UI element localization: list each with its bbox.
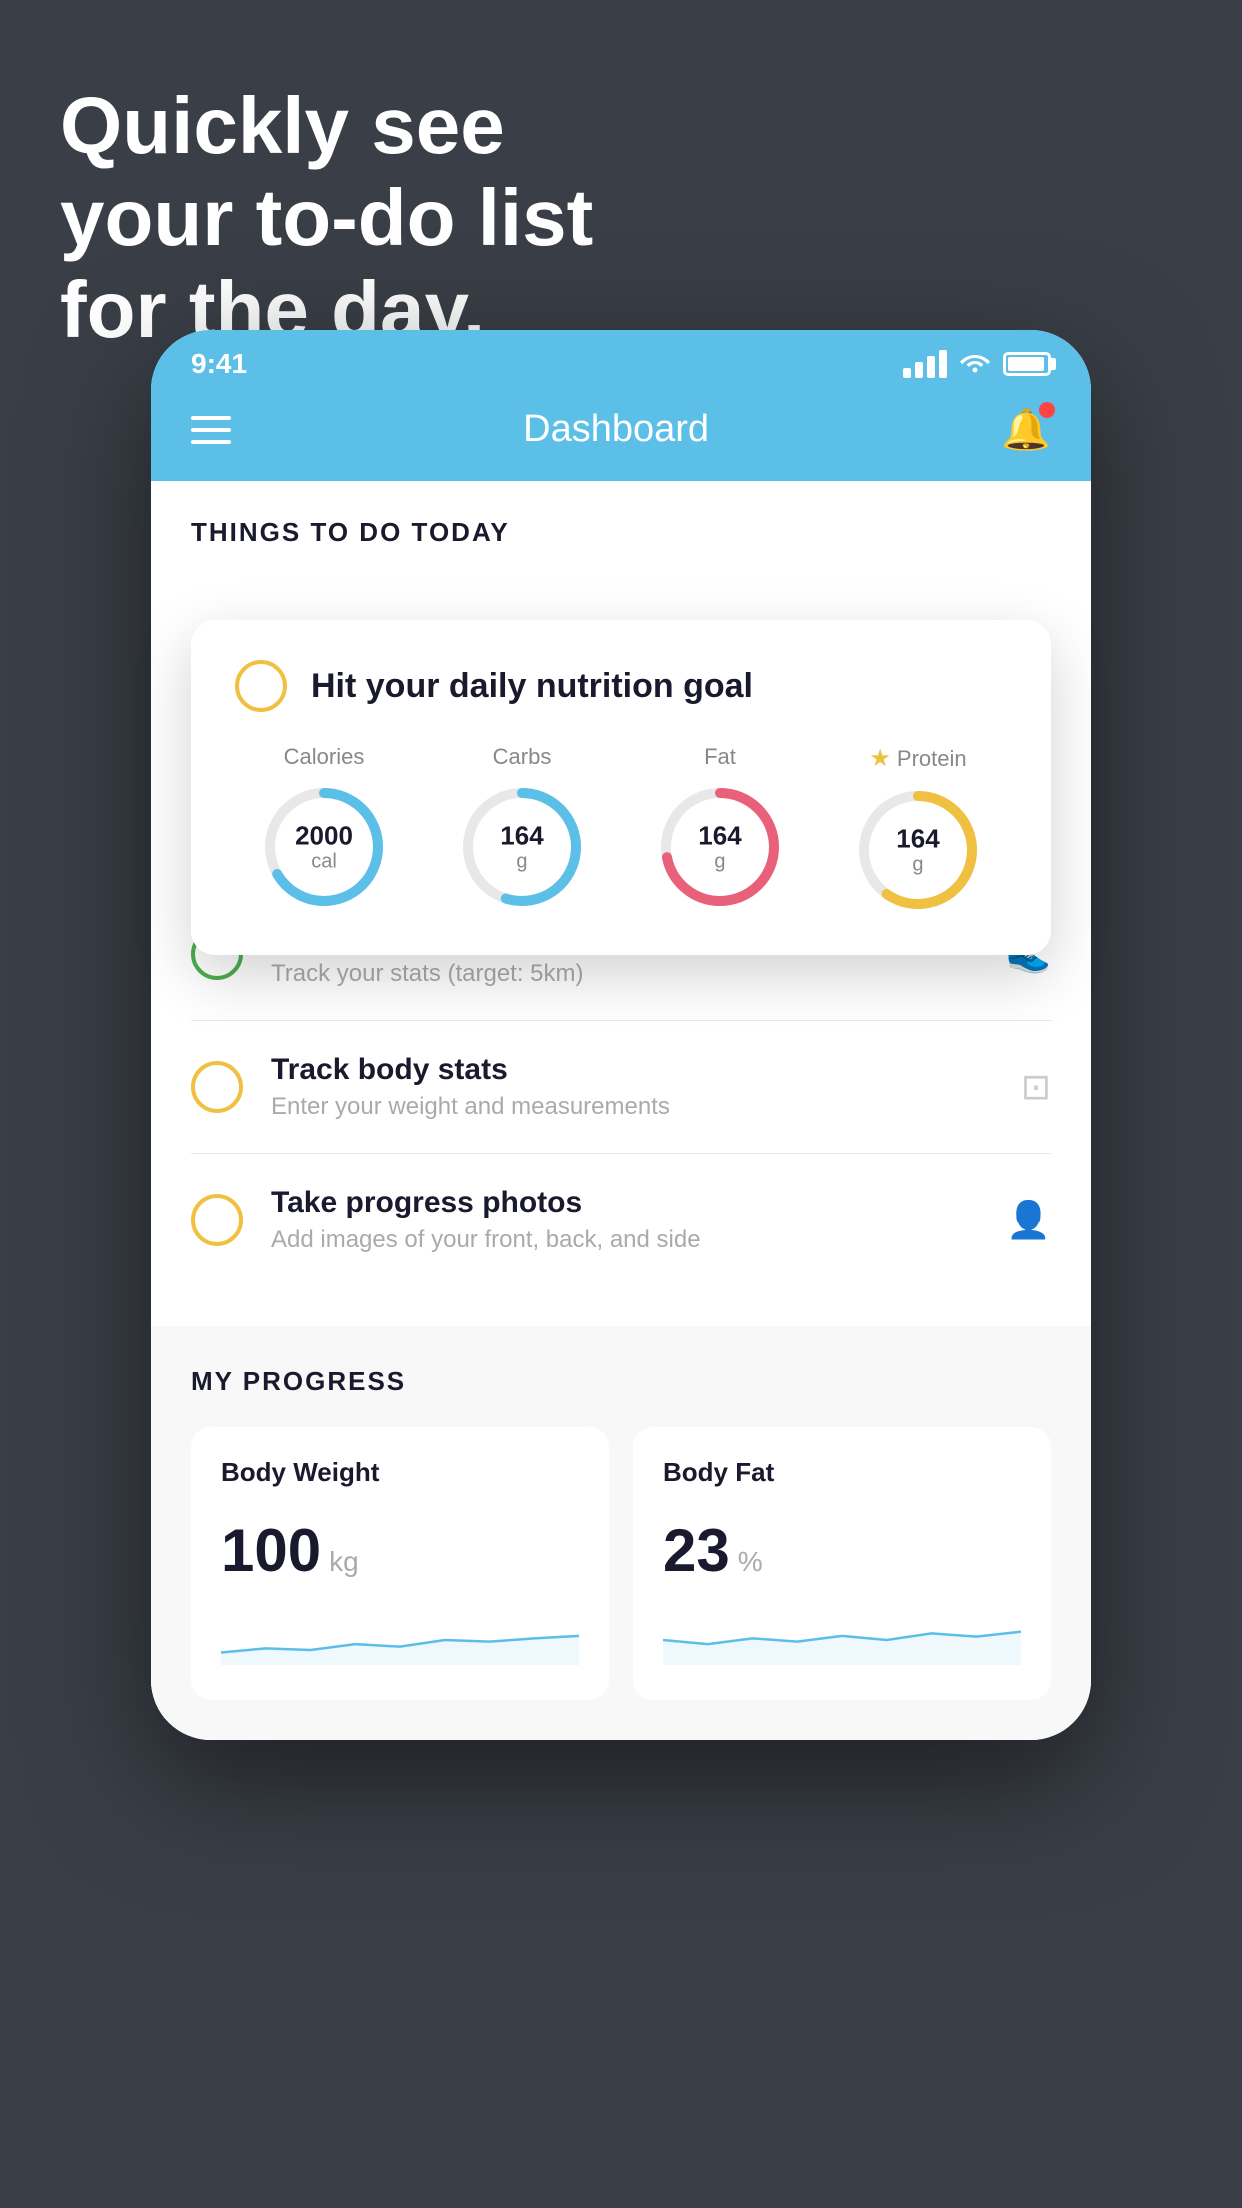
body-fat-unit: % [738,1546,763,1578]
time: 9:41 [191,348,247,380]
body-fat-sparkline [663,1615,1021,1665]
fat-donut: 164 g [655,782,785,912]
card-header: Hit your daily nutrition goal [235,660,1007,712]
body-fat-value: 23 % [663,1516,1021,1585]
nutrition-fat: Fat 164 g [631,744,809,915]
things-to-do-title: THINGS TO DO TODAY [151,481,1091,568]
todo-sub-progress-photos: Add images of your front, back, and side [271,1226,978,1254]
nutrition-calories: Calories 2000 cal [235,744,413,915]
protein-unit: g [896,853,939,875]
status-bar: 9:41 [151,330,1091,390]
progress-section: MY PROGRESS Body Weight 100 kg Body Fat [151,1326,1091,1740]
progress-title: MY PROGRESS [191,1366,1051,1397]
photo-icon: 👤 [1006,1199,1051,1241]
notification-dot [1039,402,1055,418]
body-fat-card: Body Fat 23 % [633,1427,1051,1700]
nav-title: Dashboard [523,408,709,451]
calories-value: 2000 [295,822,353,851]
todo-main-progress-photos: Take progress photos [271,1186,978,1220]
protein-label: ★ Protein [869,744,966,773]
status-icons [903,349,1051,380]
body-fat-number: 23 [663,1516,730,1585]
todo-item-progress-photos[interactable]: Take progress photos Add images of your … [191,1154,1051,1286]
headline-line1: Quickly see [60,81,505,170]
hamburger-menu[interactable] [191,416,231,444]
todo-main-body-stats: Track body stats [271,1053,993,1087]
nutrition-card: Hit your daily nutrition goal Calories 2… [191,620,1051,955]
todo-item-body-stats[interactable]: Track body stats Enter your weight and m… [191,1021,1051,1154]
notification-bell-icon[interactable]: 🔔 [1001,406,1051,453]
headline: Quickly see your to-do list for the day. [60,80,593,356]
signal-bars-icon [903,350,947,378]
progress-cards: Body Weight 100 kg Body Fat 23 % [191,1427,1051,1700]
carbs-unit: g [500,850,543,872]
calories-unit: cal [295,850,353,872]
body-weight-number: 100 [221,1516,321,1585]
nutrition-carbs: Carbs 164 g [433,744,611,915]
todo-sub-running: Track your stats (target: 5km) [271,960,978,988]
battery-icon [1003,352,1051,376]
calories-center: 2000 cal [295,822,353,873]
fat-center: 164 g [698,822,741,873]
card-check-circle [235,660,287,712]
scale-icon: ⊡ [1021,1066,1051,1108]
calories-donut: 2000 cal [259,782,389,912]
card-title: Hit your daily nutrition goal [311,667,753,706]
headline-line2: your to-do list [60,173,593,262]
calories-label: Calories [284,744,365,770]
body-weight-unit: kg [329,1546,359,1578]
body-fat-card-title: Body Fat [663,1457,1021,1488]
protein-value: 164 [896,825,939,854]
body-weight-card-title: Body Weight [221,1457,579,1488]
star-icon: ★ [869,744,891,773]
carbs-value: 164 [500,822,543,851]
carbs-label: Carbs [493,744,552,770]
top-nav: Dashboard 🔔 [151,390,1091,481]
protein-donut: 164 g [853,785,983,915]
wifi-icon [959,349,991,380]
todo-text-progress-photos: Take progress photos Add images of your … [271,1186,978,1254]
carbs-donut: 164 g [457,782,587,912]
nutrition-protein: ★ Protein 164 g [829,744,1007,915]
carbs-center: 164 g [500,822,543,873]
nutrition-grid: Calories 2000 cal Carbs [235,744,1007,915]
body-weight-sparkline [221,1615,579,1665]
fat-value: 164 [698,822,741,851]
todo-sub-body-stats: Enter your weight and measurements [271,1093,993,1121]
body-weight-card: Body Weight 100 kg [191,1427,609,1700]
protein-center: 164 g [896,825,939,876]
fat-unit: g [698,850,741,872]
todo-circle-progress-photos [191,1194,243,1246]
phone-frame: 9:41 Da [151,330,1091,1740]
fat-label: Fat [704,744,736,770]
todo-text-body-stats: Track body stats Enter your weight and m… [271,1053,993,1121]
body-weight-value: 100 kg [221,1516,579,1585]
todo-circle-body-stats [191,1061,243,1113]
